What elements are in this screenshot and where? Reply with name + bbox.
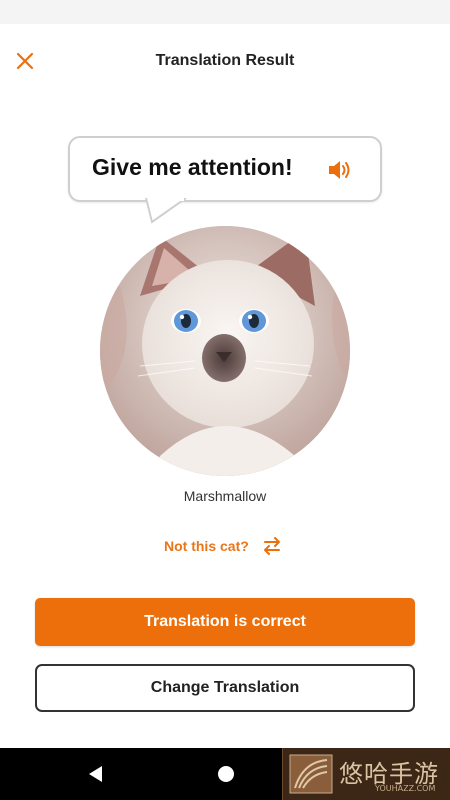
bubble-tail (145, 198, 187, 224)
cat-name: Marshmallow (183, 488, 267, 504)
app-bar: Translation Result (0, 24, 450, 100)
watermark-url: YOUHAZZ.COM (375, 784, 436, 793)
home-circle-icon[interactable] (216, 764, 236, 784)
system-nav-bar: 悠哈手游 YOUHAZZ.COM (0, 748, 450, 800)
change-translation-button[interactable]: Change Translation (35, 664, 415, 712)
translation-bubble: Give me attention! (68, 136, 382, 202)
watermark: 悠哈手游 YOUHAZZ.COM (282, 748, 450, 800)
page-title: Translation Result (155, 52, 295, 69)
swap-arrows-icon (263, 537, 280, 555)
not-this-cat-link[interactable]: Not this cat? (160, 532, 294, 560)
not-this-cat-label: Not this cat? (164, 538, 249, 554)
play-audio-button[interactable] (326, 157, 354, 183)
back-triangle-icon[interactable] (86, 764, 104, 784)
status-bar (0, 0, 450, 24)
cat-photo (100, 226, 350, 476)
translation-correct-button[interactable]: Translation is correct (35, 598, 415, 646)
translation-text: Give me attention! (92, 154, 293, 180)
speaker-icon (329, 161, 350, 179)
watermark-logo-icon (289, 754, 333, 794)
kitten-illustration (100, 226, 350, 476)
